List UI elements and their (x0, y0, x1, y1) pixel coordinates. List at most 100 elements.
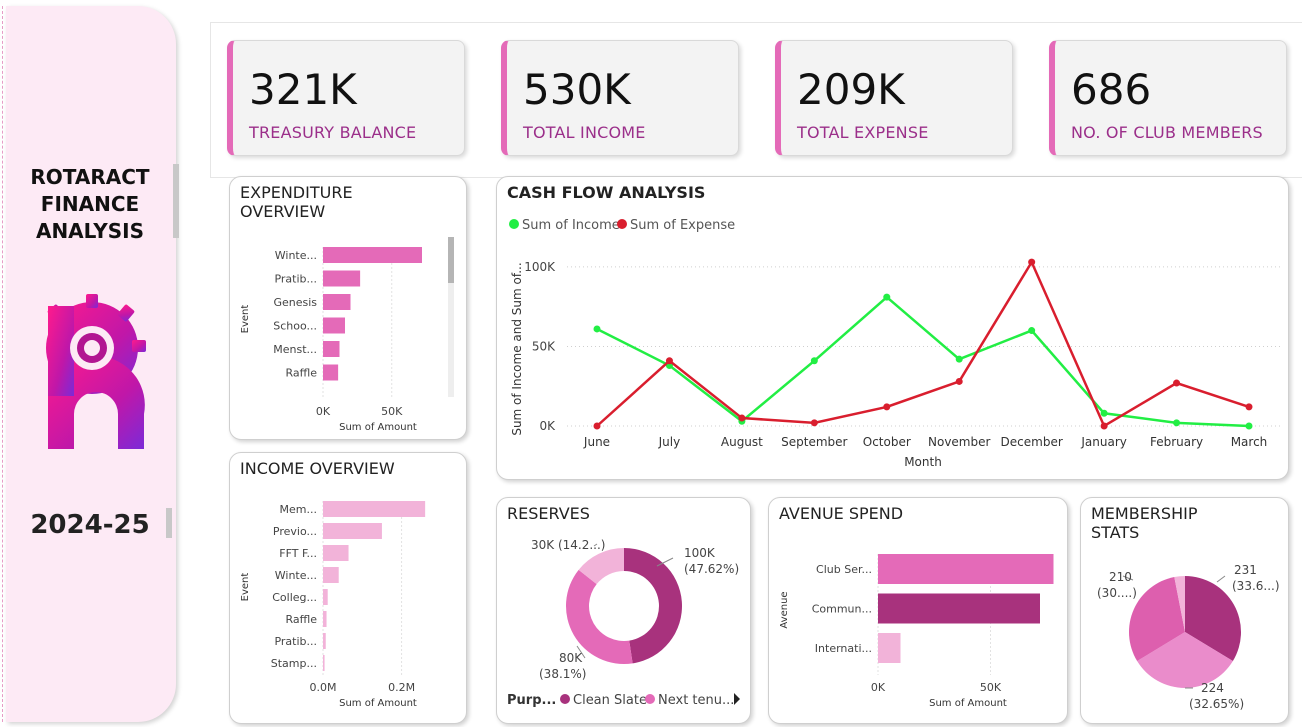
cash-flow-chart[interactable]: Sum of Income Sum of Expense 0K 50K 100K June… (497, 177, 1290, 481)
bar (323, 294, 351, 310)
data-point (1100, 422, 1108, 430)
category-label: Genesis (273, 296, 317, 309)
category-label: Winte... (275, 249, 317, 262)
category-label: Pratib... (274, 635, 317, 648)
bar (323, 589, 328, 605)
bar (323, 317, 345, 334)
kpi-value: 530K (523, 65, 631, 114)
category-label: Stamp... (271, 657, 317, 670)
data-point (593, 422, 601, 430)
bar (323, 501, 426, 517)
bar (323, 364, 339, 381)
category-label: Winte... (275, 569, 317, 582)
bar (323, 655, 325, 671)
bar (323, 270, 361, 287)
kpi-card-income: 530K TOTAL INCOME (501, 40, 739, 156)
slice-value-label: 30K (14.2...) (531, 538, 605, 552)
avenue-spend-card[interactable]: AVENUE SPEND 0K 50K Club Ser... Commun... In… (768, 497, 1068, 724)
slice-value-label: 231 (1234, 563, 1257, 577)
x-tick-label: December (1001, 435, 1063, 449)
category-label: Previo... (273, 525, 317, 538)
kpi-value: 209K (797, 65, 905, 114)
legend-marker (509, 219, 519, 229)
bar (878, 633, 901, 663)
legend-marker (560, 694, 570, 704)
data-point (1173, 419, 1181, 427)
membership-chart[interactable]: 231 (33.6...) 224 (32.65%) 210 (30....) (1081, 498, 1290, 725)
slice-value-label: 80K (559, 651, 583, 665)
x-tick-label: March (1231, 435, 1268, 449)
category-label: Colleg... (272, 591, 317, 604)
kpi-label: TOTAL EXPENSE (797, 123, 929, 142)
x-tick-label: August (721, 435, 763, 449)
reserves-card[interactable]: RESERVES 100K (47.62%) 80K (38.1%) 30K (14.2… (496, 497, 751, 724)
slice-pct-label: (32.65%) (1189, 697, 1244, 711)
x-tick-label: January (1080, 435, 1127, 449)
cash-flow-card[interactable]: CASH FLOW ANALYSIS Sum of Income Sum of E… (496, 176, 1289, 480)
data-point (1028, 258, 1036, 266)
y-axis-title: Event (240, 573, 251, 602)
legend-marker (617, 219, 627, 229)
y-tick-label: 100K (524, 260, 556, 274)
x-tick-label: February (1150, 435, 1203, 449)
income-chart[interactable]: 0.0M 0.2M Mem... Previo... FFT F... Winte... C… (230, 453, 468, 725)
x-axis-title: Sum of Amount (339, 422, 417, 433)
data-point (1100, 409, 1108, 417)
category-label: Internati... (815, 642, 872, 655)
sidebar-scrollbar-bottom[interactable] (166, 508, 172, 538)
x-tick-label: October (863, 435, 911, 449)
data-point (883, 403, 891, 411)
slice-pct-label: (47.62%) (684, 562, 739, 576)
avenue-spend-chart[interactable]: 0K 50K Club Ser... Commun... Internati... Sum… (769, 498, 1069, 725)
kpi-label: TREASURY BALANCE (249, 123, 417, 142)
pie-slice (624, 548, 682, 664)
legend-next-arrow-icon[interactable] (734, 693, 740, 705)
slice-value-label: 100K (684, 546, 716, 560)
data-point (665, 357, 673, 365)
data-point (810, 419, 818, 427)
pie-slice (566, 569, 633, 664)
y-axis-title: Avenue (779, 591, 790, 628)
reserves-chart[interactable]: 100K (47.62%) 80K (38.1%) 30K (14.2...) Purp.… (497, 498, 752, 725)
slice-value-label: 210 (1109, 570, 1132, 584)
category-label: Commun... (812, 603, 872, 616)
sidebar-title-line-1: ROTARACT (30, 165, 150, 189)
x-tick-label: September (781, 435, 847, 449)
data-point (883, 293, 891, 301)
bar (323, 523, 382, 539)
data-point (1245, 422, 1253, 430)
data-point (1245, 403, 1253, 411)
series-line (596, 295, 1250, 428)
data-point (1028, 327, 1036, 335)
x-tick-label: 0K (871, 681, 886, 694)
membership-stats-card[interactable]: MEMBERSHIP STATS 231 (33.6...) 224 (32.65%)… (1080, 497, 1289, 724)
sidebar-title-line-3: ANALYSIS (35, 219, 145, 243)
category-label: Menst... (273, 343, 317, 356)
y-tick-label: 0K (539, 419, 556, 433)
kpi-card-members: 686 NO. OF CLUB MEMBERS (1049, 40, 1287, 156)
income-overview-card[interactable]: INCOME OVERVIEW 0.0M 0.2M Mem... Previo... F… (229, 452, 467, 724)
data-point (955, 355, 963, 363)
category-label: FFT F... (279, 547, 317, 560)
bar (323, 633, 326, 649)
bar (323, 247, 422, 263)
x-tick-label: 50K (980, 681, 1002, 694)
sidebar-scrollbar-top[interactable] (173, 164, 179, 238)
bar (323, 611, 327, 627)
expenditure-chart[interactable]: 0K 50K Winte... Pratib... Genesis Schoo... Men… (230, 177, 468, 441)
expenditure-overview-card[interactable]: EXPENDITURE OVERVIEW 0K 50K Winte... Pratib… (229, 176, 467, 440)
bar (323, 341, 340, 357)
kpi-card-treasury: 321K TREASURY BALANCE (227, 40, 465, 156)
scrollbar-thumb[interactable] (448, 237, 454, 283)
series-line (596, 259, 1250, 428)
kpi-value: 686 (1071, 65, 1152, 114)
report-year: 2024-25 (30, 510, 150, 540)
data-point (1173, 379, 1181, 387)
kpi-label: NO. OF CLUB MEMBERS (1071, 123, 1263, 142)
category-label: Schoo... (273, 320, 317, 333)
legend-label: Sum of Income (522, 218, 620, 233)
x-axis-title: Sum of Amount (929, 698, 1007, 709)
x-tick-label: November (928, 435, 990, 449)
x-tick-label: 50K (381, 405, 403, 418)
data-point (955, 377, 963, 385)
